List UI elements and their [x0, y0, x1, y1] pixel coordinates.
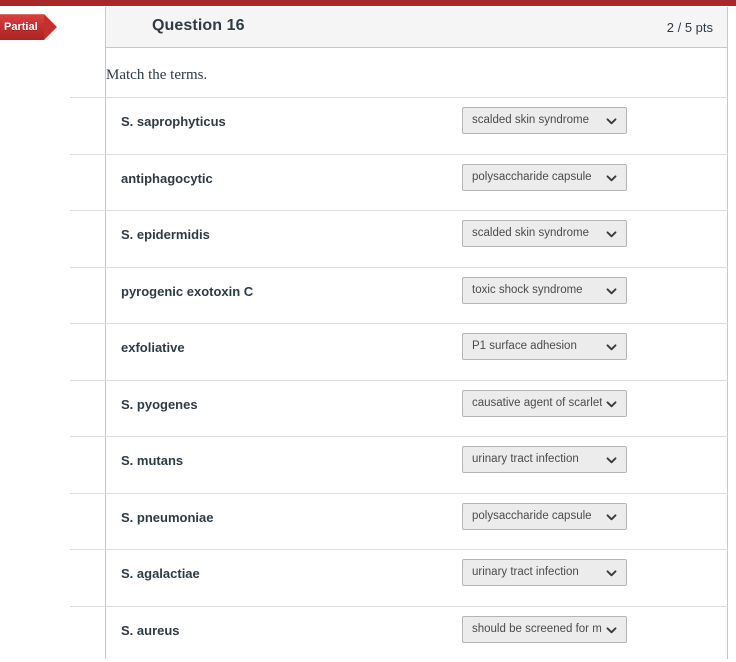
match-row: S. aureus should be screened for methicil…	[70, 606, 728, 662]
chevron-down-icon	[606, 173, 617, 184]
match-answer-dropdown[interactable]: P1 surface adhesion	[462, 333, 627, 360]
match-answer-dropdown[interactable]: scalded skin syndrome	[462, 107, 627, 134]
match-answer-dropdown[interactable]: urinary tract infection	[462, 446, 627, 473]
match-answer-value: polysaccharide capsule	[472, 510, 602, 522]
match-term-label: S. epidermidis	[121, 227, 210, 242]
match-row: S. pyogenes causative agent of scarlet fe…	[70, 380, 728, 437]
chevron-down-icon	[606, 286, 617, 297]
chevron-down-icon	[606, 399, 617, 410]
match-row: S. agalactiae urinary tract infection	[70, 549, 728, 606]
chevron-down-icon	[606, 342, 617, 353]
match-answer-value: scalded skin syndrome	[472, 227, 602, 239]
top-accent-bar	[0, 0, 736, 6]
match-answer-value: causative agent of scarlet fever	[472, 397, 602, 409]
match-answer-dropdown[interactable]: toxic shock syndrome	[462, 277, 627, 304]
match-term-label: pyrogenic exotoxin C	[121, 284, 253, 299]
match-term-label: S. mutans	[121, 453, 183, 468]
match-row: S. pneumoniae polysaccharide capsule	[70, 493, 728, 550]
match-answer-value: scalded skin syndrome	[472, 114, 602, 126]
match-list: S. saprophyticus scalded skin syndrome ant…	[70, 97, 728, 662]
status-badge-arrow	[44, 14, 57, 40]
chevron-down-icon	[606, 455, 617, 466]
question-prompt: Match the terms.	[106, 67, 666, 84]
match-answer-value: urinary tract infection	[472, 453, 602, 465]
chevron-down-icon	[606, 116, 617, 127]
match-answer-dropdown[interactable]: should be screened for methicillin resis…	[462, 616, 627, 643]
match-answer-value: P1 surface adhesion	[472, 340, 602, 352]
status-badge: Partial	[0, 14, 57, 40]
match-answer-value: urinary tract infection	[472, 566, 602, 578]
chevron-down-icon	[606, 512, 617, 523]
match-answer-dropdown[interactable]: urinary tract infection	[462, 559, 627, 586]
match-answer-dropdown[interactable]: polysaccharide capsule	[462, 164, 627, 191]
match-term-label: S. aureus	[121, 623, 180, 638]
match-term-label: antiphagocytic	[121, 171, 213, 186]
match-term-label: S. agalactiae	[121, 566, 200, 581]
match-row: S. saprophyticus scalded skin syndrome	[70, 97, 728, 154]
status-badge-label: Partial	[4, 22, 38, 33]
match-answer-dropdown[interactable]: causative agent of scarlet fever	[462, 390, 627, 417]
match-term-label: S. pyogenes	[121, 397, 198, 412]
question-header: Question 16 2 / 5 pts	[105, 7, 728, 48]
match-term-label: S. pneumoniae	[121, 510, 213, 525]
match-answer-dropdown[interactable]: scalded skin syndrome	[462, 220, 627, 247]
match-row: antiphagocytic polysaccharide capsule	[70, 154, 728, 211]
match-row: pyrogenic exotoxin C toxic shock syndrome	[70, 267, 728, 324]
match-row: S. mutans urinary tract infection	[70, 436, 728, 493]
match-row: S. epidermidis scalded skin syndrome	[70, 210, 728, 267]
match-answer-value: toxic shock syndrome	[472, 284, 602, 296]
question-points: 2 / 5 pts	[667, 20, 713, 35]
question-title: Question 16	[152, 17, 245, 35]
match-answer-dropdown[interactable]: polysaccharide capsule	[462, 503, 627, 530]
question-body: Match the terms. S. saprophyticus scalded…	[105, 48, 728, 659]
match-row: exfoliative P1 surface adhesion	[70, 323, 728, 380]
match-term-label: S. saprophyticus	[121, 114, 226, 129]
match-answer-value: should be screened for methicillin resis…	[472, 623, 602, 635]
chevron-down-icon	[606, 625, 617, 636]
chevron-down-icon	[606, 568, 617, 579]
match-answer-value: polysaccharide capsule	[472, 171, 602, 183]
match-term-label: exfoliative	[121, 340, 185, 355]
chevron-down-icon	[606, 229, 617, 240]
status-badge-body: Partial	[0, 14, 44, 40]
